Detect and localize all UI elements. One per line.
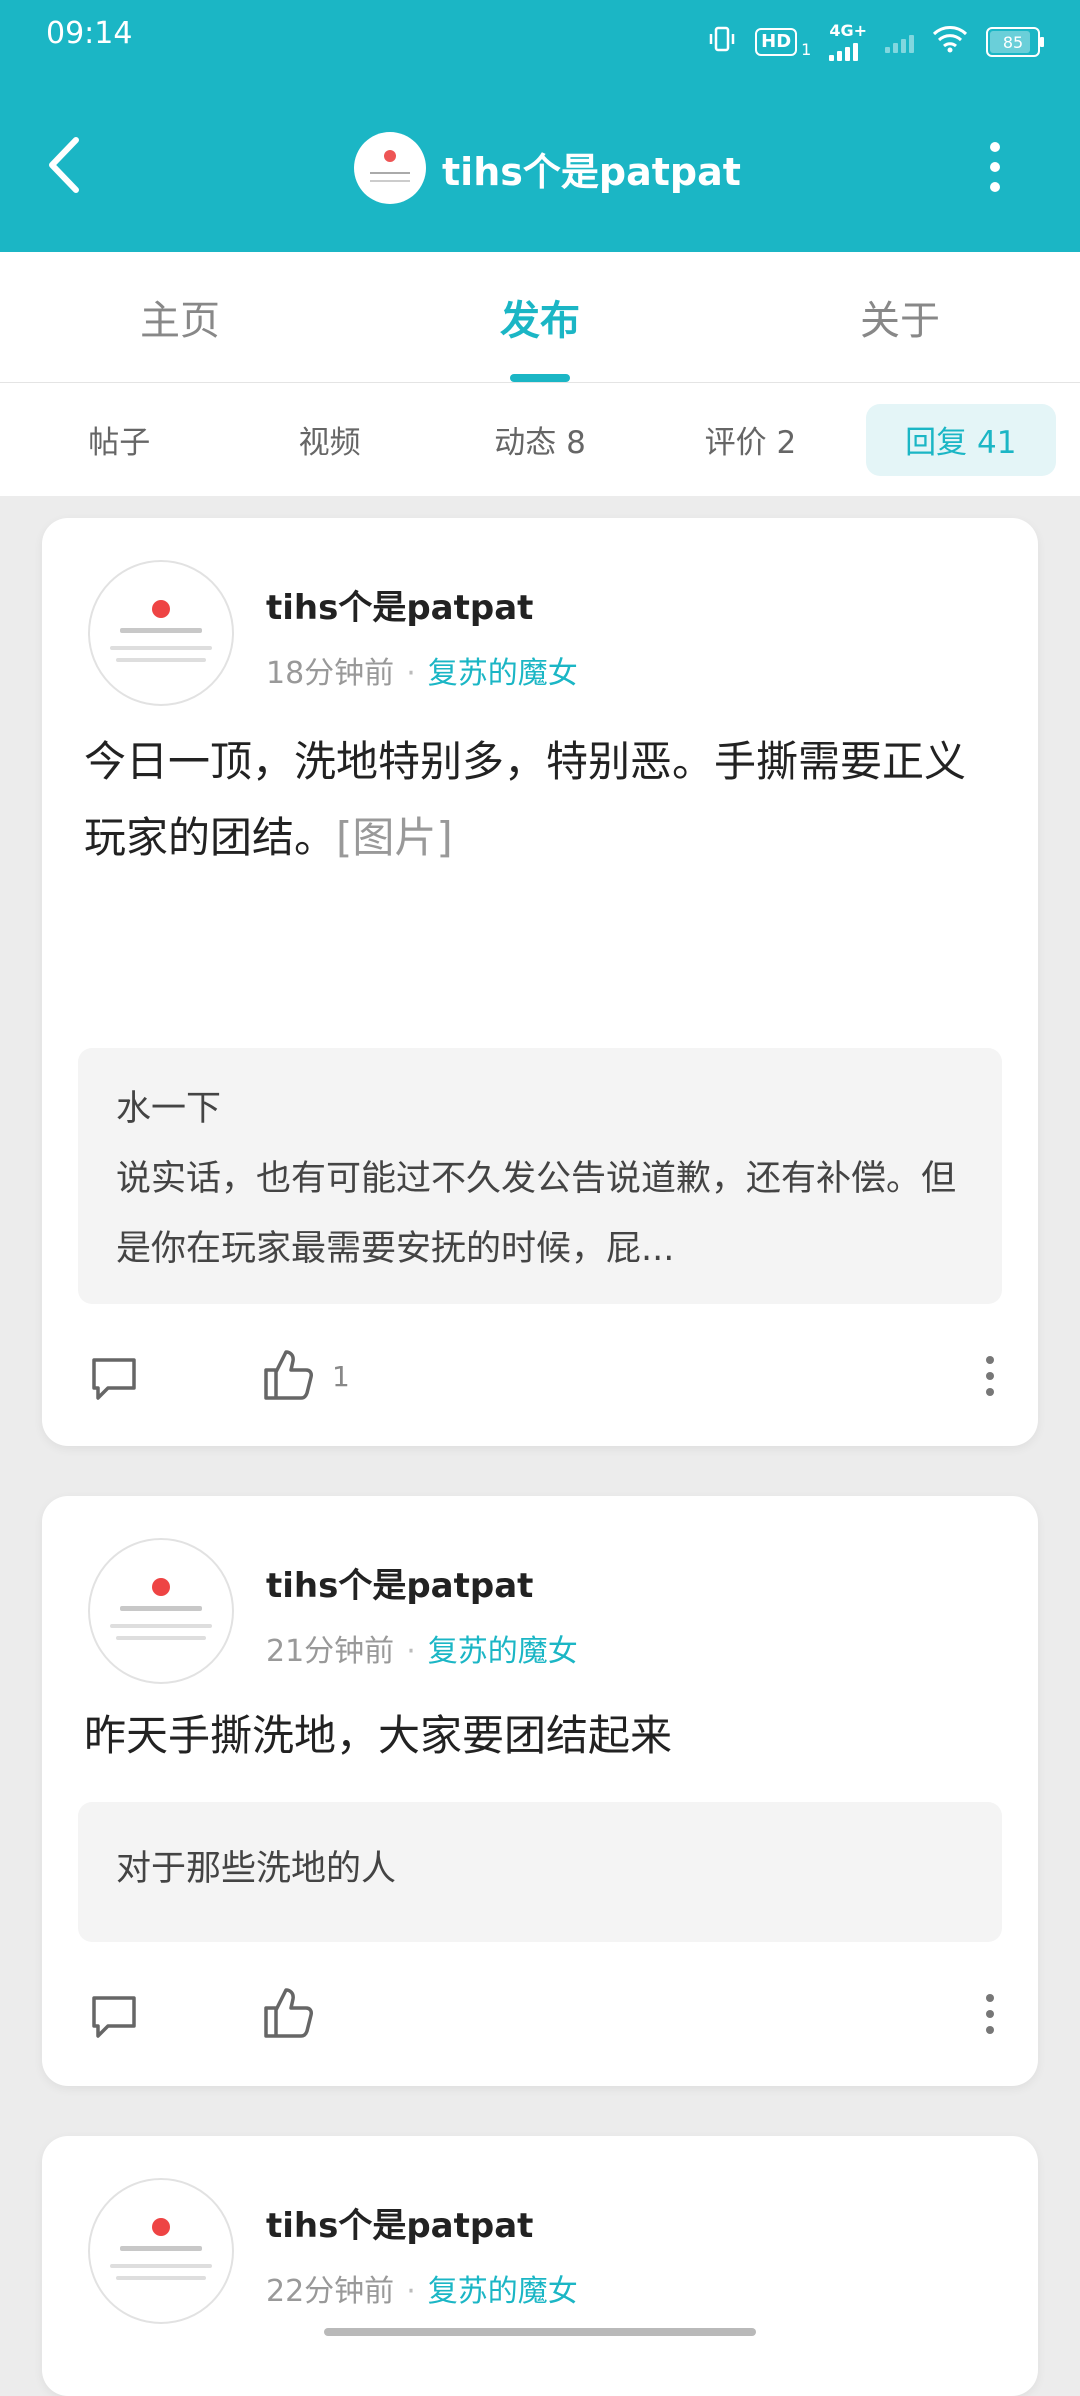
post-time: 21分钟前	[266, 1634, 395, 1669]
header-avatar	[354, 132, 426, 204]
forum-link[interactable]: 复苏的魔女	[428, 1634, 578, 1669]
post-actions	[42, 1988, 1038, 2050]
tab-active-indicator	[510, 374, 570, 382]
forum-link[interactable]: 复苏的魔女	[428, 2274, 578, 2309]
post-actions: 1	[42, 1350, 1038, 1412]
post-author[interactable]: tihs个是patpat	[266, 2198, 533, 2247]
header-title-group[interactable]: tihs个是patpat	[354, 128, 741, 208]
signal-bars-icon	[829, 39, 859, 61]
network-type: 4G+	[829, 21, 867, 40]
post-meta: 21分钟前 · 复苏的魔女	[266, 1634, 578, 1669]
battery-level: 85	[1002, 32, 1024, 52]
post-more-button[interactable]	[982, 1356, 998, 1396]
post-body: 昨天手撕洗地，大家要团结起来	[84, 1711, 673, 1760]
quote-body: 对于那些洗地的人	[116, 1849, 397, 1889]
subtab-replies[interactable]: 回复 41	[865, 403, 1057, 476]
comment-button[interactable]	[88, 1990, 140, 2042]
subtab-threads[interactable]: 帖子	[24, 404, 214, 476]
status-time: 09:14	[46, 16, 133, 51]
comment-button[interactable]	[88, 1352, 140, 1404]
back-button[interactable]	[40, 130, 90, 200]
subtab-videos[interactable]: 视频	[234, 404, 424, 476]
vibrate-icon	[707, 24, 737, 60]
wifi-icon	[932, 25, 968, 59]
more-vertical-icon	[990, 142, 1000, 152]
tab-posts[interactable]: 发布	[360, 252, 720, 382]
tab-posts-label: 发布	[500, 298, 580, 344]
signal-4g-icon: 4G+	[829, 23, 867, 61]
post-author[interactable]: tihs个是patpat	[266, 1558, 533, 1607]
tab-about[interactable]: 关于	[720, 252, 1080, 382]
post-more-button[interactable]	[982, 1994, 998, 2034]
quoted-reply[interactable]: 对于那些洗地的人	[78, 1802, 1002, 1942]
main-tabs: 主页 发布 关于	[0, 252, 1080, 383]
more-options-button[interactable]	[980, 142, 1010, 192]
like-button[interactable]	[262, 1346, 316, 1402]
avatar[interactable]	[88, 2178, 234, 2324]
page-title: tihs个是patpat	[442, 149, 741, 194]
post-card[interactable]: tihs个是patpat 22分钟前 · 复苏的魔女	[42, 2136, 1038, 2396]
post-card[interactable]: tihs个是patpat 18分钟前 · 复苏的魔女 今日一顶，洗地特别多，特别恶。…	[42, 518, 1038, 1446]
tab-home-label: 主页	[140, 298, 220, 344]
post-card[interactable]: tihs个是patpat 21分钟前 · 复苏的魔女 昨天手撕洗地，大家要团结起来 …	[42, 1496, 1038, 2086]
app-bar: 09:14 HD 1 4G+ 85 tihs个是patpat	[0, 0, 1080, 252]
post-body: 今日一顶，洗地特别多，特别恶。手撕需要正义玩家的团结。	[84, 737, 967, 862]
home-indicator[interactable]	[324, 2328, 756, 2336]
quote-body: 说实话，也有可能过不久发公告说道歉，还有补偿。但是你在玩家最需要安抚的时候，屁.…	[116, 1159, 957, 1269]
subtab-reviews[interactable]: 评价 2	[655, 404, 845, 476]
more-vertical-icon	[986, 1356, 994, 1364]
like-count: 1	[332, 1360, 350, 1393]
forum-link[interactable]: 复苏的魔女	[428, 656, 578, 691]
more-vertical-icon	[986, 1994, 994, 2002]
post-time: 18分钟前	[266, 656, 395, 691]
image-tag[interactable]: [图片]	[336, 813, 453, 862]
sim-label: 1	[801, 39, 812, 59]
thumbs-up-icon	[264, 1988, 313, 2038]
sub-tabs: 帖子 视频 动态 8 评价 2 回复 41	[0, 383, 1080, 496]
quoted-reply[interactable]: 水一下 说实话，也有可能过不久发公告说道歉，还有补偿。但是你在玩家最需要安抚的时…	[78, 1048, 1002, 1304]
comment-icon	[92, 1358, 136, 1400]
signal-bars-2-icon	[885, 31, 914, 53]
post-time: 22分钟前	[266, 2274, 395, 2309]
status-icons: HD 1 4G+ 85	[707, 22, 1044, 62]
post-meta: 22分钟前 · 复苏的魔女	[266, 2274, 578, 2309]
subtab-moments[interactable]: 动态 8	[445, 404, 635, 476]
back-arrow-icon	[49, 137, 79, 193]
quote-title: 水一下	[116, 1089, 222, 1129]
post-text[interactable]: 昨天手撕洗地，大家要团结起来	[84, 1698, 996, 1774]
post-meta: 18分钟前 · 复苏的魔女	[266, 656, 578, 691]
post-text[interactable]: 今日一顶，洗地特别多，特别恶。手撕需要正义玩家的团结。[图片]	[84, 724, 996, 876]
thumbs-up-icon	[264, 1350, 313, 1400]
hd-badge: HD	[755, 28, 798, 56]
comment-icon	[92, 1996, 136, 2038]
avatar[interactable]	[88, 1538, 234, 1684]
tab-home[interactable]: 主页	[0, 252, 360, 382]
avatar[interactable]	[88, 560, 234, 706]
battery-icon: 85	[986, 27, 1044, 57]
post-author[interactable]: tihs个是patpat	[266, 580, 533, 629]
tab-about-label: 关于	[860, 298, 940, 344]
like-button[interactable]	[262, 1984, 316, 2040]
